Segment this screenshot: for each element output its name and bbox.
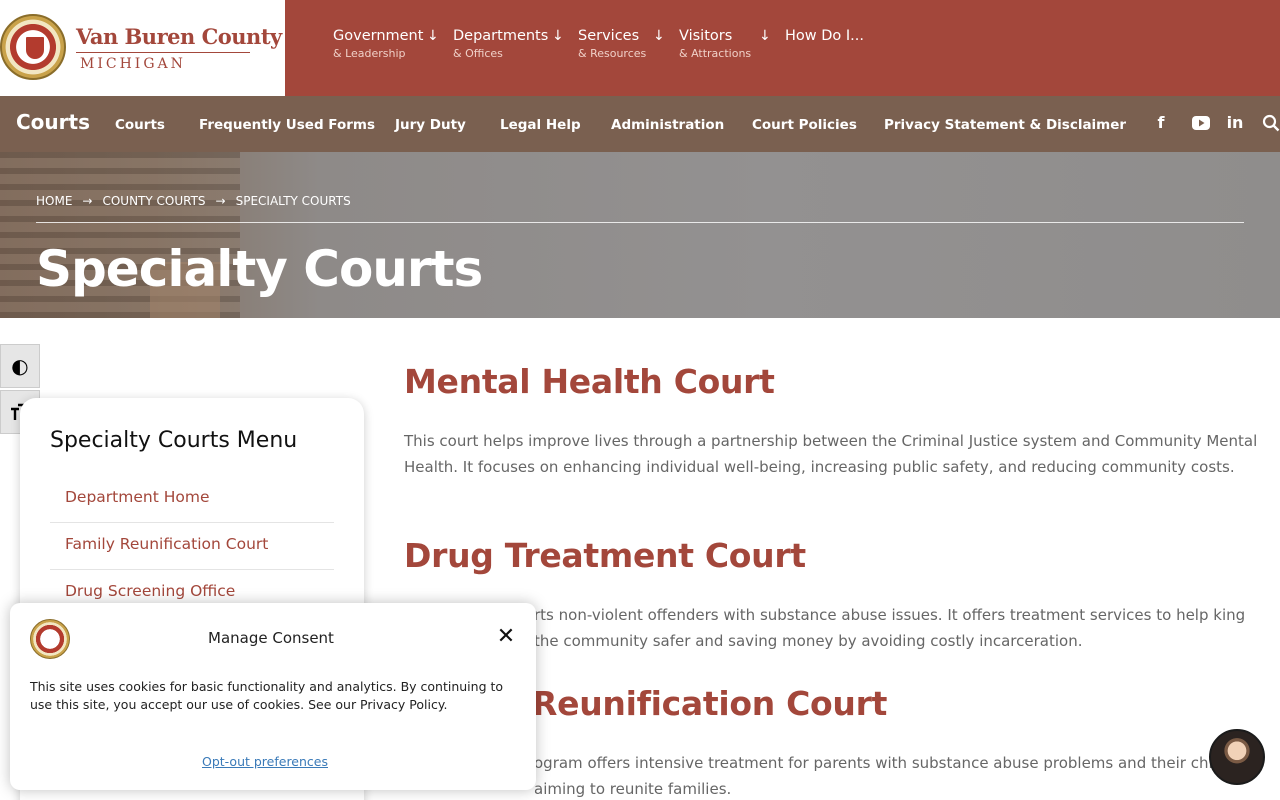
arrow-down-icon: ↓ [759,28,771,44]
breadcrumb: HOME → COUNTY COURTS → SPECIALTY COURTS [36,194,351,208]
consent-title: Manage Consent [208,629,334,647]
menu-item-family-reunification[interactable]: Family Reunification Court [50,523,334,570]
page-title: Specialty Courts [36,240,483,298]
nav-label: Departments [453,28,549,44]
subnav-brand[interactable]: Courts [16,110,90,134]
nav-services[interactable]: Services & Resources ↓ [578,28,665,60]
nav-sublabel: & Offices [453,47,503,60]
menu-item-department-home[interactable]: Department Home [50,476,334,523]
high-contrast-icon[interactable]: ◐ [0,344,40,388]
section-title-mental-health: Mental Health Court [404,362,775,401]
nav-sublabel: & Resources [578,47,647,60]
breadcrumb-home[interactable]: HOME [36,194,72,208]
section-text-mental-health: This court helps improve lives through a… [404,432,1258,476]
consent-dialog: Manage Consent ✕ This site uses cookies … [10,603,536,790]
subnav-item-forms[interactable]: Frequently Used Forms [199,117,375,133]
subnav-item-court-policies[interactable]: Court Policies [752,117,857,133]
facebook-icon[interactable]: f [1150,112,1172,134]
nav-sublabel: & Attractions [679,47,752,60]
consent-message: This site uses cookies for basic functio… [30,679,504,712]
nav-label: How Do I... [785,28,864,44]
breadcrumb-arrow-icon: → [82,194,93,208]
hero-divider [36,222,1244,223]
breadcrumb-county-courts[interactable]: COUNTY COURTS [102,194,205,208]
nav-sublabel: & Leadership [333,47,406,60]
section-text-family-reunification: ogram offers intensive treatment for par… [534,754,1256,798]
county-seal-icon [0,14,66,80]
breadcrumb-arrow-icon: → [215,194,226,208]
logo-divider [76,52,250,53]
nav-departments[interactable]: Departments & Offices ↓ [453,28,564,60]
subnav-item-administration[interactable]: Administration [611,117,724,133]
section-title-family-reunification: Reunification Court [532,684,888,723]
nav-label: Visitors [679,28,733,44]
arrow-down-icon: ↓ [427,28,439,44]
close-icon[interactable]: ✕ [494,625,518,649]
subnav-item-legal-help[interactable]: Legal Help [500,117,581,133]
nav-label: Government [333,28,424,44]
subnav-item-courts[interactable]: Courts [115,117,165,133]
menu-item-label: Family Reunification Court [65,535,269,553]
nav-label: Services [578,28,640,44]
breadcrumb-current: SPECIALTY COURTS [235,194,351,208]
nav-how-do-i[interactable]: How Do I... [785,28,864,44]
chat-assistant-avatar[interactable] [1209,729,1265,785]
linkedin-icon[interactable]: in [1224,112,1246,134]
site-header: Van Buren County MICHIGAN Government & L… [0,0,1280,96]
menu-item-label: Drug Screening Office [65,582,236,600]
nav-visitors[interactable]: Visitors & Attractions ↓ [679,28,771,60]
youtube-icon[interactable] [1190,112,1212,134]
menu-item-label: Department Home [65,488,210,506]
courts-subnav: Courts Courts Frequently Used Forms Jury… [0,96,1280,152]
page-hero: HOME → COUNTY COURTS → SPECIALTY COURTS … [0,152,1280,318]
search-icon[interactable] [1260,112,1280,134]
county-state: MICHIGAN [80,56,186,72]
subnav-item-privacy[interactable]: Privacy Statement & Disclaimer [884,117,1126,133]
nav-government[interactable]: Government & Leadership ↓ [333,28,439,60]
county-name: Van Buren County [76,24,282,49]
county-seal-icon [30,619,70,659]
arrow-down-icon: ↓ [552,28,564,44]
section-title-drug-treatment: Drug Treatment Court [404,536,806,575]
menu-title: Specialty Courts Menu [50,428,298,453]
section-text-drug-treatment: rts non-violent offenders with substance… [534,606,1246,650]
site-logo[interactable]: Van Buren County MICHIGAN [0,0,285,96]
opt-out-preferences-link[interactable]: Opt-out preferences [202,754,328,769]
arrow-down-icon: ↓ [653,28,665,44]
subnav-item-jury-duty[interactable]: Jury Duty [395,117,466,133]
